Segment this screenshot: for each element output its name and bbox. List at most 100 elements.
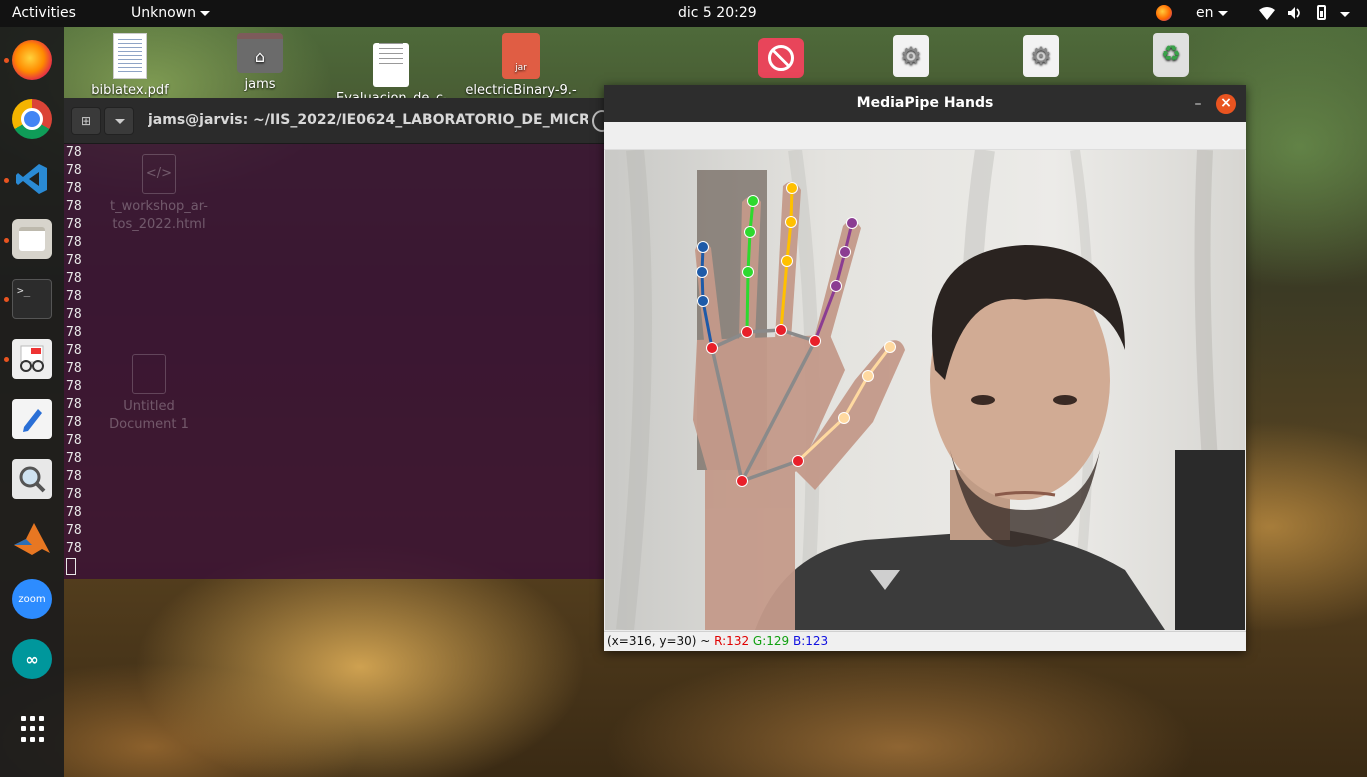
terminal-line: 78 — [66, 289, 82, 304]
gear-icon: ⚙ — [893, 35, 929, 77]
gear-icon: ⚙ — [1023, 35, 1059, 77]
home-folder-icon: ⌂ — [237, 33, 283, 73]
hand-landmark — [830, 280, 842, 292]
terminal-line: 78 — [66, 325, 82, 340]
clock[interactable]: dic 5 20:29 — [678, 5, 757, 21]
chevron-down-icon — [200, 10, 210, 16]
chair — [1175, 450, 1245, 630]
ghost-desktop-item: Untitled Document 1 — [84, 354, 214, 434]
desktop-settings-item[interactable]: ⚙ — [888, 35, 934, 77]
hand-landmark — [736, 475, 748, 487]
terminal-line: 78 — [66, 235, 82, 250]
terminal-cursor — [66, 558, 76, 575]
pixel-coordinates: (x=316, y=30) ~ — [607, 634, 715, 648]
hand-landmark — [775, 324, 787, 336]
camera-image — [605, 150, 1245, 630]
language-selector[interactable]: en — [1196, 5, 1228, 21]
hand-landmark — [744, 226, 756, 238]
terminal-headerbar: ⊞ jams@jarvis: ~/IIS_2022/IE0624_LABORAT… — [64, 98, 614, 144]
dock: >_ zoom ∞ — [0, 27, 64, 777]
firefox-tray-icon[interactable] — [1156, 5, 1172, 21]
text-editor-icon[interactable] — [12, 399, 52, 439]
hand-landmark — [862, 370, 874, 382]
arduino-icon[interactable]: ∞ — [12, 639, 52, 679]
chevron-down-icon — [1217, 10, 1228, 16]
desktop-folder-home[interactable]: ⌂ jams — [216, 33, 304, 92]
html-file-icon: </> — [142, 154, 176, 194]
terminal-icon[interactable]: >_ — [12, 279, 52, 319]
terminal-line: 78 — [66, 253, 82, 268]
hand-landmark — [785, 216, 797, 228]
system-menu-caret — [1340, 11, 1350, 17]
desktop-file-electric[interactable]: jar electricBinary-9.- — [462, 33, 580, 98]
matlab-icon[interactable] — [12, 519, 52, 559]
hand-landmark — [809, 335, 821, 347]
document-viewer-icon[interactable] — [12, 339, 52, 379]
volume-icon[interactable] — [1287, 6, 1303, 20]
jar-file-icon: jar — [502, 33, 540, 79]
hand-landmark — [838, 412, 850, 424]
hand-landmark — [706, 342, 718, 354]
files-icon[interactable] — [12, 219, 52, 259]
app-menu[interactable]: Unknown — [131, 5, 210, 21]
image-toolbar — [604, 122, 1246, 150]
right-eye — [1053, 395, 1077, 405]
ghost-item-label: Untitled Document 1 — [109, 399, 189, 432]
terminal-line: 78 — [66, 487, 82, 502]
terminal-title: jams@jarvis: ~/IIS_2022/IE0624_LABORATOR… — [148, 112, 588, 128]
wifi-icon[interactable] — [1259, 6, 1275, 20]
tab-menu-button[interactable] — [104, 107, 134, 135]
terminal-output[interactable]: </> t_workshop_ar- tos_2022.html Untitle… — [64, 144, 614, 579]
minimize-button[interactable]: – — [1188, 94, 1208, 114]
hand-landmark — [696, 266, 708, 278]
matlab-logo — [14, 523, 50, 555]
app-grid-icon[interactable] — [18, 715, 46, 743]
desktop-settings-item[interactable]: ⚙ — [1018, 35, 1064, 77]
vscode-logo — [16, 164, 47, 194]
terminal-line: 78 — [66, 433, 82, 448]
top-bar: Activities Unknown dic 5 20:29 en — [0, 0, 1367, 27]
running-indicator — [4, 238, 9, 243]
hand-landmark — [884, 341, 896, 353]
terminal-line: 78 — [66, 541, 82, 556]
close-button[interactable]: × — [1216, 94, 1236, 114]
hand-connection — [745, 271, 750, 333]
running-indicator — [4, 58, 9, 63]
desktop-file-evaluacion[interactable]: Evaluacion_de_c- — [336, 33, 446, 106]
camera-frame[interactable] — [605, 150, 1245, 630]
search-icon[interactable] — [12, 459, 52, 499]
activities-button[interactable]: Activities — [12, 5, 76, 21]
window-title: MediaPipe Hands — [856, 95, 994, 111]
pdf-file-icon — [113, 33, 147, 79]
ghost-item-label: t_workshop_ar- tos_2022.html — [110, 199, 208, 232]
hand-landmark — [781, 255, 793, 267]
vscode-icon[interactable] — [12, 159, 52, 199]
hand-landmark — [697, 295, 709, 307]
terminal-line: 78 — [66, 469, 82, 484]
new-tab-button[interactable]: ⊞ — [71, 107, 101, 135]
terminal-window[interactable]: ⊞ jams@jarvis: ~/IIS_2022/IE0624_LABORAT… — [64, 98, 614, 579]
language-label: en — [1196, 5, 1214, 21]
mediapipe-window[interactable]: MediaPipe Hands – × (x=316, y=30) ~ R:13… — [604, 85, 1246, 651]
glasses-icon — [20, 345, 44, 372]
hand-landmark — [839, 246, 851, 258]
hand-landmark — [697, 241, 709, 253]
hand-landmark — [846, 217, 858, 229]
firefox-icon[interactable] — [12, 40, 52, 80]
zoom-icon[interactable]: zoom — [12, 579, 52, 619]
desktop-file-label: jams — [244, 77, 276, 92]
hand-landmark — [742, 266, 754, 278]
document-file-icon — [373, 43, 409, 87]
battery-icon[interactable] — [1317, 5, 1326, 20]
desktop-file-biblatex[interactable]: biblatex.pdf — [86, 33, 174, 98]
terminal-line: 78 — [66, 451, 82, 466]
desktop-file-label: electricBinary-9.- — [465, 83, 577, 98]
chrome-icon[interactable] — [12, 99, 52, 139]
chevron-down-icon[interactable] — [1340, 6, 1354, 20]
desktop-mount-icon[interactable] — [756, 38, 806, 78]
ghost-desktop-item: </> t_workshop_ar- tos_2022.html — [84, 154, 234, 234]
desktop-trash[interactable]: ♻ — [1148, 33, 1194, 77]
pixel-green-value: G:129 — [752, 634, 790, 648]
mediapipe-titlebar[interactable]: MediaPipe Hands – × — [604, 85, 1246, 122]
magnifier-icon — [19, 466, 46, 493]
